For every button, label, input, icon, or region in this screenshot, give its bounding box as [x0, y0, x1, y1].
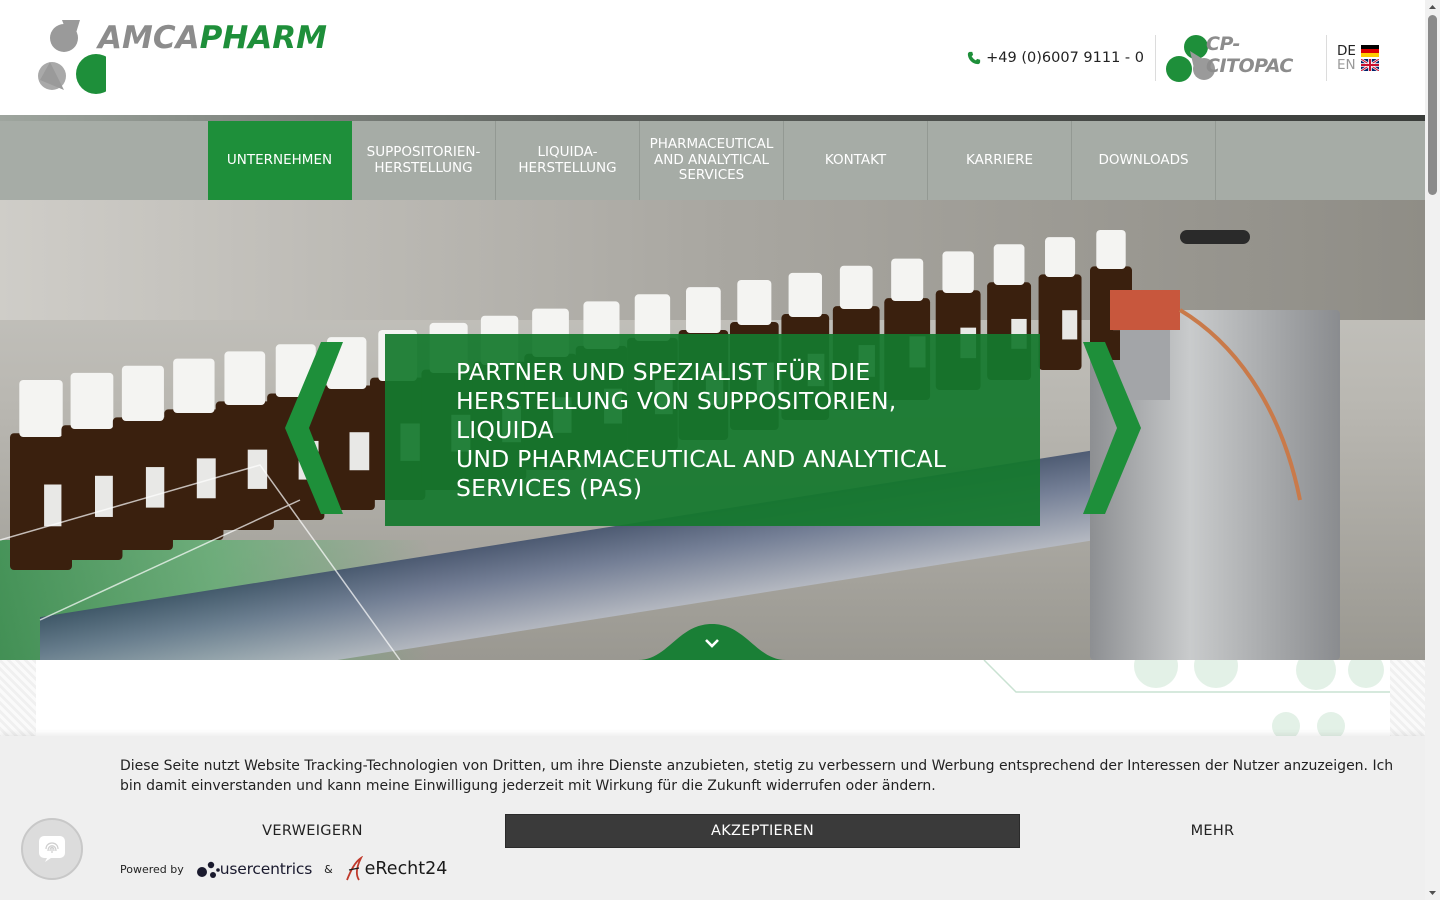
scroll-down-arrow-icon[interactable]: [1425, 885, 1440, 900]
cookie-powered-by: Powered by usercentrics & eRecht24: [120, 854, 447, 884]
cookie-accept-button[interactable]: AKZEPTIEREN: [505, 814, 1020, 848]
header-right: +49 (0)6007 9111 - 0 CP-CITOPAC DE EN: [967, 33, 1379, 83]
chevron-right-icon: [1083, 342, 1141, 514]
phone-contact[interactable]: +49 (0)6007 9111 - 0: [967, 50, 1155, 66]
page-scrollbar[interactable]: [1425, 0, 1440, 900]
cookie-consent-banner: Diese Seite nutzt Website Tracking-Techn…: [0, 736, 1425, 900]
lang-de-label: DE: [1337, 43, 1356, 59]
cp-citopac-wordmark: CP-CITOPAC: [1206, 33, 1293, 77]
lang-en-link[interactable]: EN: [1337, 58, 1379, 72]
cp-citopac-logo[interactable]: CP-CITOPAC: [1166, 33, 1316, 83]
amcapharm-logo[interactable]: AMCAPHARM: [36, 18, 327, 98]
nav-items: UNTERNEHMEN SUPPOSITORIEN-HERSTELLUNG LI…: [208, 121, 1216, 200]
language-switcher: DE EN: [1327, 44, 1379, 72]
decorative-hexagon-pattern: [983, 644, 1390, 740]
chevron-down-icon: [638, 624, 786, 660]
lang-de-link[interactable]: DE: [1337, 44, 1379, 58]
privacy-settings-button[interactable]: [21, 818, 83, 880]
nav-item-downloads[interactable]: DOWNLOADS: [1072, 121, 1216, 200]
logo-wordmark: AMCAPHARM: [98, 20, 327, 56]
cookie-button-row: VERWEIGERN AKZEPTIEREN MEHR: [120, 814, 1405, 848]
cookie-reject-button[interactable]: VERWEIGERN: [120, 814, 505, 848]
powered-by-label: Powered by: [120, 862, 184, 876]
lang-en-label: EN: [1337, 57, 1356, 73]
hero-caption-text: PARTNER UND SPEZIALIST FÜR DIE HERSTELLU…: [456, 358, 947, 502]
site-header: AMCAPHARM +49 (0)6007 9111 - 0 CP-CITOPA…: [0, 0, 1425, 116]
cookie-consent-text: Diese Seite nutzt Website Tracking-Techn…: [120, 758, 1394, 794]
phone-number: +49 (0)6007 9111 - 0: [986, 50, 1144, 66]
de-flag-icon: [1361, 45, 1379, 57]
amcapharm-logo-mark-icon: [38, 20, 116, 94]
usercentrics-logo[interactable]: usercentrics: [196, 858, 312, 880]
scroll-up-arrow-icon[interactable]: [1425, 0, 1440, 15]
usercentrics-dots-icon: [196, 861, 220, 878]
erecht24-wordmark: eRecht24: [364, 859, 448, 879]
erecht24-signature-icon: [345, 856, 363, 881]
erecht24-logo[interactable]: eRecht24: [345, 856, 448, 882]
nav-item-unternehmen[interactable]: UNTERNEHMEN: [208, 121, 352, 200]
scrollbar-thumb[interactable]: [1428, 15, 1437, 195]
hero-caption-box: PARTNER UND SPEZIALIST FÜR DIE HERSTELLU…: [385, 334, 1040, 526]
main-navigation: UNTERNEHMEN SUPPOSITORIEN-HERSTELLUNG LI…: [0, 121, 1425, 200]
phone-icon: [968, 51, 981, 65]
hero-slider: PARTNER UND SPEZIALIST FÜR DIE HERSTELLU…: [0, 200, 1425, 660]
nav-item-pas[interactable]: PHARMACEUTICAL AND ANALYTICAL SERVICES: [640, 121, 784, 200]
nav-item-suppositorien[interactable]: SUPPOSITORIEN-HERSTELLUNG: [352, 121, 496, 200]
slider-prev-arrow[interactable]: [285, 342, 345, 514]
usercentrics-wordmark: usercentrics: [219, 860, 313, 878]
fingerprint-icon: [39, 836, 65, 862]
nav-item-kontakt[interactable]: KONTAKT: [784, 121, 928, 200]
chevron-left-icon: [285, 342, 343, 514]
slider-next-arrow[interactable]: [1081, 342, 1141, 514]
nav-item-liquida[interactable]: LIQUIDA-HERSTELLUNG: [496, 121, 640, 200]
cookie-more-button[interactable]: MEHR: [1020, 814, 1405, 848]
ampersand: &: [324, 862, 333, 876]
uk-flag-icon: [1361, 59, 1379, 71]
nav-item-karriere[interactable]: KARRIERE: [928, 121, 1072, 200]
header-divider: [1155, 35, 1156, 81]
scroll-down-button[interactable]: [638, 624, 786, 660]
